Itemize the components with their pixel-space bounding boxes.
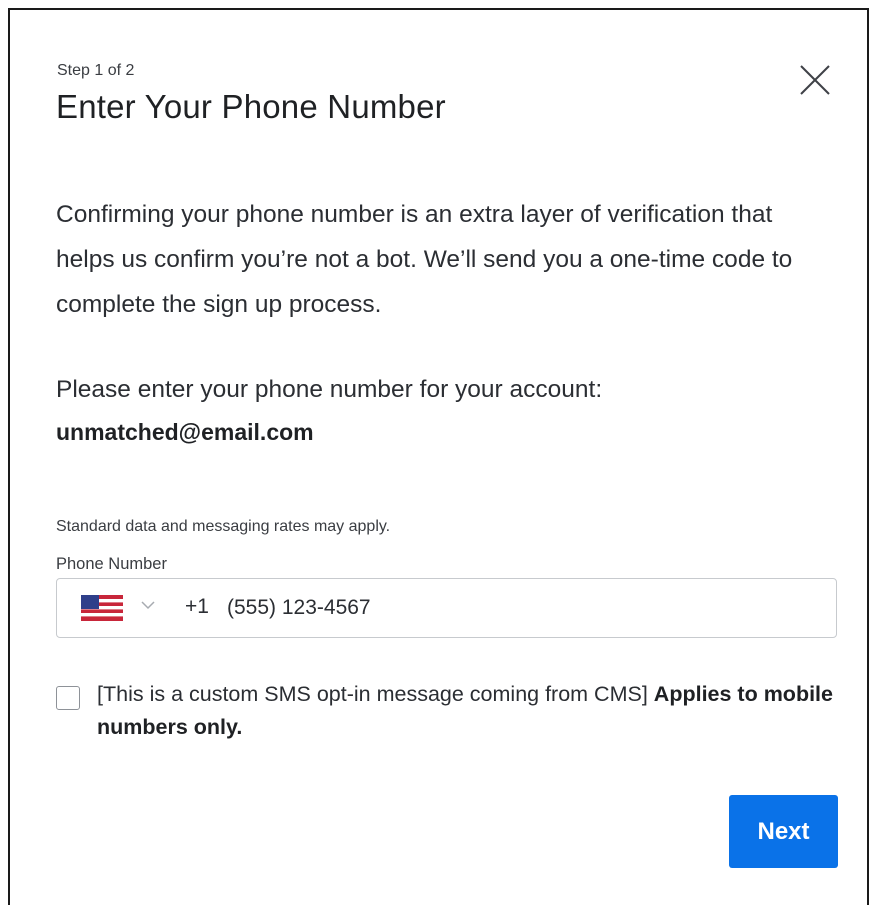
phone-verification-dialog: Step 1 of 2 Enter Your Phone Number Conf… xyxy=(8,8,869,905)
chevron-down-icon xyxy=(141,601,155,610)
close-button[interactable] xyxy=(798,63,832,97)
next-button[interactable]: Next xyxy=(729,795,838,868)
dialog-title: Enter Your Phone Number xyxy=(56,88,446,125)
intro-text: Confirming your phone number is an extra… xyxy=(56,201,793,318)
dial-code: +1 xyxy=(185,595,209,618)
sms-optin-label: [This is a custom SMS opt-in message com… xyxy=(97,678,837,744)
rates-disclaimer: Standard data and messaging rates may ap… xyxy=(56,518,391,535)
account-prompt: Please enter your phone number for your … xyxy=(56,376,603,403)
phone-number-field: +1 xyxy=(56,578,837,638)
optin-message: [This is a custom SMS opt-in message com… xyxy=(97,682,648,706)
account-email: unmatched@email.com xyxy=(56,419,314,445)
phone-number-label: Phone Number xyxy=(56,555,167,573)
sms-optin-checkbox[interactable] xyxy=(56,686,80,710)
us-flag-icon xyxy=(81,595,123,621)
close-icon xyxy=(800,65,830,95)
phone-number-input[interactable] xyxy=(227,589,807,627)
step-indicator: Step 1 of 2 xyxy=(57,62,135,79)
country-code-dropdown[interactable] xyxy=(81,593,163,623)
